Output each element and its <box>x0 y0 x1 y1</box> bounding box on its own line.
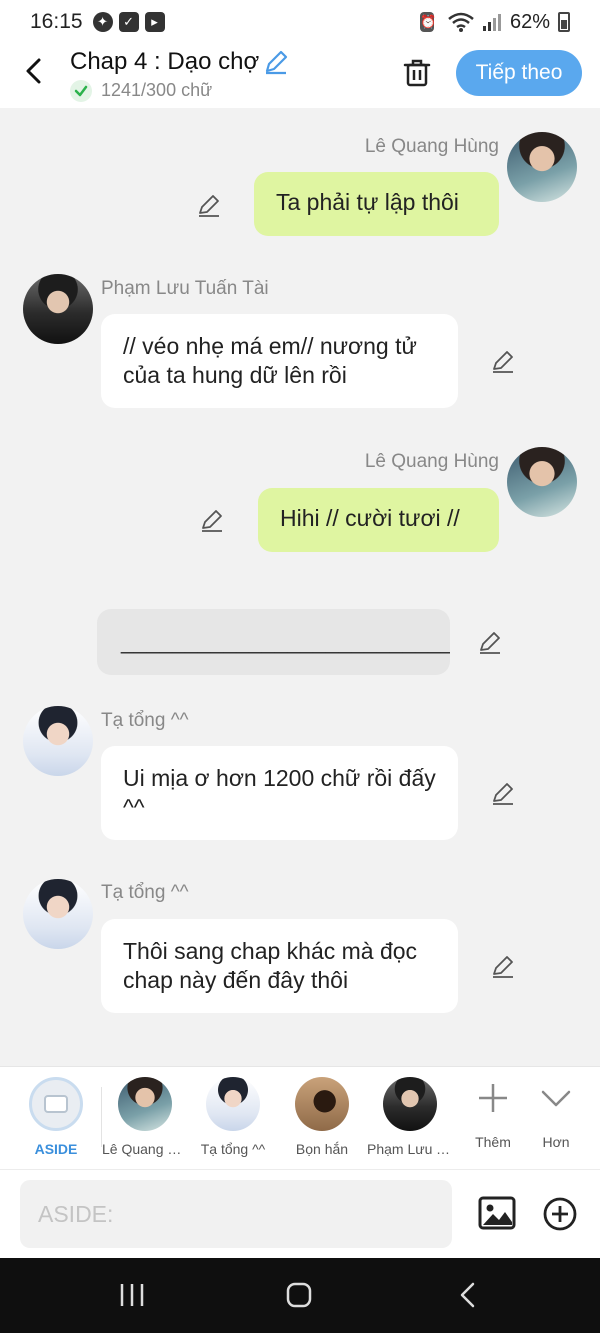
message-input[interactable] <box>20 1180 452 1248</box>
home-icon[interactable] <box>286 1282 312 1308</box>
avatar[interactable] <box>23 879 93 949</box>
message-bubble[interactable]: Hihi // cười tươi // <box>258 488 499 552</box>
character-label: Phạm Lưu Tuấn Tài <box>367 1141 453 1157</box>
edit-message-pencil-icon[interactable] <box>490 953 516 979</box>
avatar[interactable] <box>507 132 577 202</box>
wifi-icon <box>448 12 474 32</box>
character-selector: ASIDE Lê Quang Hùng Tạ tổng ^^ Bọn hắn P… <box>0 1066 600 1169</box>
chat-area: Lê Quang Hùng Ta phải tự lập thôi Phạm L… <box>0 108 600 1066</box>
character-pham-luu-tuan-tai[interactable]: Phạm Lưu Tuấn Tài <box>367 1077 453 1157</box>
chevron-down-icon <box>541 1090 571 1107</box>
edit-message-pencil-icon[interactable] <box>196 192 222 218</box>
avatar[interactable] <box>507 447 577 517</box>
back-icon[interactable] <box>20 56 50 86</box>
avatar[interactable] <box>23 274 93 344</box>
battery-percent: 62% <box>509 10 550 33</box>
sender-name: Lê Quang Hùng <box>364 136 499 157</box>
sender-name: Lê Quang Hùng <box>364 451 499 472</box>
sender-name: Tạ tổng ^^ <box>101 882 189 903</box>
add-circle-icon[interactable] <box>542 1196 578 1232</box>
plus-icon <box>479 1084 507 1112</box>
nav-back-icon[interactable] <box>458 1282 476 1308</box>
character-aside[interactable]: ASIDE <box>13 1077 99 1157</box>
avatar <box>206 1077 260 1131</box>
alarm-icon: ⏰ <box>419 12 436 32</box>
system-navigation-bar <box>0 1258 600 1333</box>
character-label: Lê Quang Hùng <box>102 1141 188 1157</box>
more-label: Thêm <box>475 1134 511 1150</box>
less-label: Hơn <box>542 1134 570 1150</box>
status-bar: 16:15 ✦ ✓ ▸ ⏰ 62% <box>0 0 600 44</box>
input-bar <box>0 1169 600 1258</box>
character-label: Tạ tổng ^^ <box>200 1141 266 1157</box>
message-bubble[interactable]: Ui mịa ơ hơn 1200 chữ rồi đấy ^^ <box>101 746 458 840</box>
avatar <box>295 1077 349 1131</box>
message-bubble[interactable]: Thôi sang chap khác mà đọc chap này đến … <box>101 919 458 1013</box>
image-icon[interactable] <box>478 1194 516 1232</box>
edit-message-pencil-icon[interactable] <box>490 348 516 374</box>
status-right: ⏰ 62% <box>419 10 570 34</box>
avatar[interactable] <box>23 706 93 776</box>
signal-icon <box>482 14 501 31</box>
media-notification-icon: ▸ <box>144 12 165 32</box>
sender-name: Tạ tổng ^^ <box>101 710 189 731</box>
word-count: 1241/300 chữ <box>101 80 213 100</box>
character-label: Bọn hắn <box>295 1141 349 1157</box>
chapter-header: Chap 4 : Dạo chợ 1241/300 chữ Tiếp theo <box>0 44 600 108</box>
chapter-title[interactable]: Chap 4 : Dạo chợ <box>70 48 259 76</box>
next-button[interactable]: Tiếp theo <box>456 50 582 96</box>
battery-icon <box>558 12 570 32</box>
character-label: ASIDE <box>34 1141 78 1157</box>
character-le-quang-hung[interactable]: Lê Quang Hùng <box>102 1077 188 1157</box>
status-time: 16:15 <box>30 10 83 33</box>
character-ta-tong[interactable]: Tạ tổng ^^ <box>190 1077 276 1157</box>
title-pencil-icon[interactable] <box>262 48 290 76</box>
edit-message-pencil-icon[interactable] <box>477 629 503 655</box>
sender-name: Phạm Lưu Tuấn Tài <box>101 278 269 299</box>
avatar <box>118 1077 172 1131</box>
check-notification-icon: ✓ <box>118 12 139 32</box>
edit-message-pencil-icon[interactable] <box>199 507 225 533</box>
message-bubble[interactable]: // véo nhẹ má em// nương tử của ta hung … <box>101 314 458 408</box>
aside-icon <box>29 1077 83 1131</box>
edit-message-pencil-icon[interactable] <box>490 780 516 806</box>
avatar <box>383 1077 437 1131</box>
more-button[interactable]: Thêm <box>463 1081 523 1150</box>
messenger-icon: ✦ <box>92 12 113 32</box>
trash-icon[interactable] <box>400 56 434 90</box>
message-bubble[interactable]: Ta phải tự lập thôi <box>254 172 499 236</box>
character-bon-han[interactable]: Bọn hắn <box>279 1077 365 1157</box>
aside-divider-bubble[interactable]: ______________________________ <box>97 609 450 675</box>
less-button[interactable]: Hơn <box>526 1081 586 1150</box>
recent-apps-icon[interactable] <box>118 1282 146 1308</box>
check-icon <box>70 80 92 102</box>
